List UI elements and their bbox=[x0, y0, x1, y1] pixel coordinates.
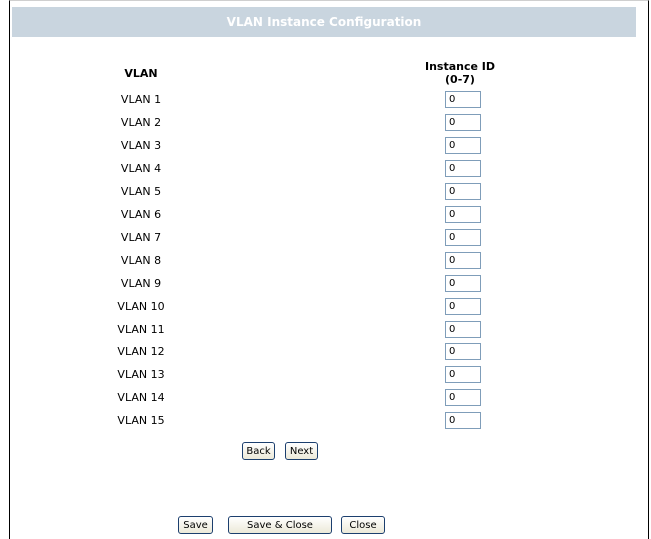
vlan-label: VLAN 13 bbox=[117, 368, 165, 381]
instance-id-input[interactable] bbox=[445, 275, 481, 292]
vlan-label: VLAN 15 bbox=[117, 414, 165, 427]
instance-id-input[interactable] bbox=[445, 389, 481, 406]
instance-id-input[interactable] bbox=[445, 91, 481, 108]
back-button[interactable]: Back bbox=[242, 442, 275, 460]
vlan-label: VLAN 9 bbox=[120, 277, 162, 290]
config-panel bbox=[9, 0, 649, 539]
vlan-label: VLAN 1 bbox=[120, 93, 162, 106]
next-button[interactable]: Next bbox=[285, 442, 318, 460]
instance-id-input[interactable] bbox=[445, 183, 481, 200]
column-header-vlan: VLAN bbox=[124, 67, 158, 80]
instance-id-input[interactable] bbox=[445, 343, 481, 360]
vlan-label: VLAN 4 bbox=[120, 162, 162, 175]
close-button[interactable]: Close bbox=[341, 516, 385, 534]
vlan-label: VLAN 2 bbox=[120, 116, 162, 129]
vlan-label: VLAN 11 bbox=[117, 323, 165, 336]
page-title: VLAN Instance Configuration bbox=[12, 7, 636, 37]
vlan-label: VLAN 5 bbox=[120, 185, 162, 198]
instance-id-input[interactable] bbox=[445, 160, 481, 177]
vlan-label: VLAN 10 bbox=[117, 300, 165, 313]
instance-id-input[interactable] bbox=[445, 229, 481, 246]
column-header-instance-range: (0-7) bbox=[445, 73, 475, 86]
instance-id-input[interactable] bbox=[445, 114, 481, 131]
vlan-label: VLAN 8 bbox=[120, 254, 162, 267]
instance-id-input[interactable] bbox=[445, 298, 481, 315]
vlan-label: VLAN 14 bbox=[117, 391, 165, 404]
instance-id-input[interactable] bbox=[445, 252, 481, 269]
instance-id-input[interactable] bbox=[445, 412, 481, 429]
instance-id-input[interactable] bbox=[445, 321, 481, 338]
instance-id-input[interactable] bbox=[445, 137, 481, 154]
vlan-label: VLAN 7 bbox=[120, 231, 162, 244]
column-header-instance-label: Instance ID bbox=[424, 60, 496, 73]
instance-id-input[interactable] bbox=[445, 206, 481, 223]
vlan-label: VLAN 12 bbox=[117, 345, 165, 358]
vlan-label: VLAN 3 bbox=[120, 139, 162, 152]
vlan-label: VLAN 6 bbox=[120, 208, 162, 221]
save-and-close-button[interactable]: Save & Close bbox=[228, 516, 332, 534]
column-header-instance: Instance ID (0-7) bbox=[420, 60, 500, 86]
save-button[interactable]: Save bbox=[178, 516, 213, 534]
instance-id-input[interactable] bbox=[445, 366, 481, 383]
